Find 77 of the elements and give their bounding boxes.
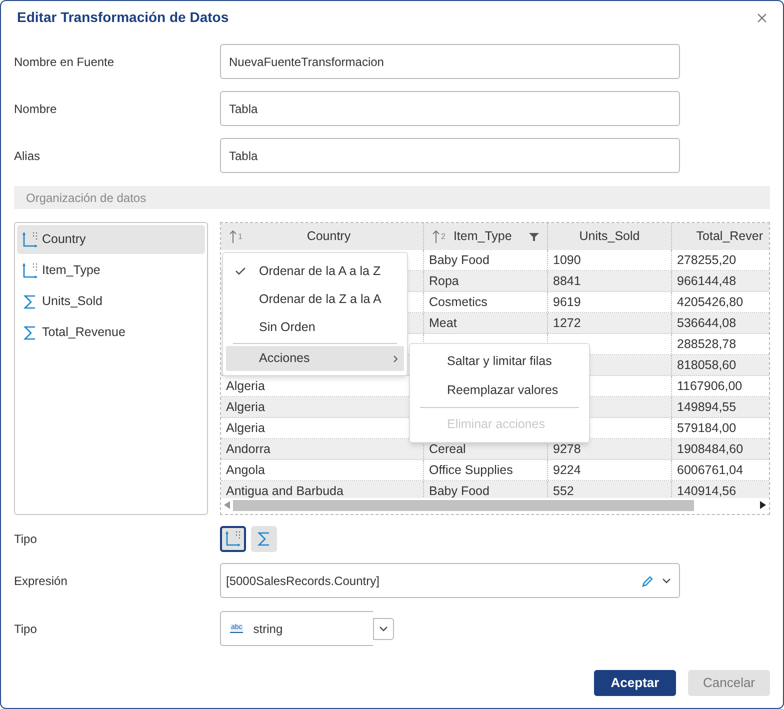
table-cell-text: 9224: [553, 462, 581, 479]
table-cell-text: Baby Food: [429, 252, 490, 269]
field-list-item[interactable]: Units_Sold: [17, 287, 205, 316]
table-cell-text: 6006761,04: [677, 462, 744, 479]
sort-arrow-icon: [229, 230, 237, 243]
table-cell-text: Meat: [429, 314, 457, 332]
table-cell-text: 149894,55: [677, 398, 736, 416]
field-list-item[interactable]: Country: [17, 225, 205, 254]
table-cell-text: 966144,48: [677, 272, 736, 290]
sigma-icon: [22, 324, 38, 340]
field-list-item[interactable]: Total_Revenue: [17, 318, 205, 347]
table-cell-text: Algeria: [226, 378, 265, 395]
dimension-icon: [22, 232, 38, 248]
field-label: Tipo: [14, 531, 38, 548]
table-cell-text: 9278: [553, 440, 581, 458]
close-icon[interactable]: [757, 12, 767, 22]
table-cell-text: 1167906,00: [677, 378, 742, 395]
field-label: Alias: [14, 148, 42, 164]
type-toggle[interactable]: [251, 526, 277, 552]
text-field[interactable]: NuevaFuenteTransformacion: [220, 44, 680, 79]
type-toggle[interactable]: [220, 526, 246, 552]
table-cell-text: Baby Food: [429, 482, 490, 500]
table-cell-text: 552: [553, 482, 574, 500]
dropdown-button[interactable]: [373, 618, 394, 640]
table-cell-text: Office Supplies: [429, 462, 513, 479]
menu-item[interactable]: Saltar y limitar filas: [410, 347, 589, 376]
dimension-icon: [22, 262, 38, 278]
table-cell-text: Algeria: [226, 420, 265, 437]
window-title: Editar Transformación de Datos: [17, 8, 229, 27]
table-cell-text: Angola: [226, 462, 265, 479]
table-cell-text: Algeria: [226, 398, 265, 416]
sigma-icon: [22, 294, 38, 310]
table-cell-text: Andorra: [226, 440, 270, 458]
table-cell-text: 536644,08: [677, 314, 736, 332]
accept-button[interactable]: Aceptar: [594, 670, 676, 696]
table-cell-text: 9619: [553, 294, 581, 311]
menu-item[interactable]: Acciones: [226, 346, 404, 371]
text-field[interactable]: Tabla: [220, 91, 680, 126]
menu-item[interactable]: Ordenar de la A a la Z: [223, 257, 407, 285]
table-cell-text: Antigua and Barbuda: [226, 482, 344, 500]
horizontal-scrollbar[interactable]: [221, 498, 769, 512]
table-cell-text: 4205426,80: [677, 294, 744, 311]
sigma-icon: [256, 531, 272, 547]
field-list-item[interactable]: Item_Type: [17, 256, 205, 285]
table-cell-text: 288528,78: [677, 336, 736, 353]
dimension-icon: [225, 531, 241, 547]
table-cell-text: Cereal: [429, 440, 466, 458]
chevron-down-icon: [379, 626, 388, 632]
scroll-left-icon[interactable]: [224, 501, 230, 509]
filter-icon[interactable]: [529, 232, 539, 242]
table-cell-text: Ropa: [429, 272, 459, 290]
expression-field[interactable]: [5000SalesRecords.Country]: [220, 563, 680, 598]
table-cell-text: 140914,56: [677, 482, 736, 500]
pencil-icon[interactable]: [642, 574, 654, 586]
sort-arrow-icon: [432, 230, 440, 243]
table-cell-text: 1090: [553, 252, 581, 269]
menu-item[interactable]: Ordenar de la Z a la A: [223, 285, 407, 313]
section-header: Organización de datos: [14, 186, 770, 209]
chevron-right-icon: [393, 354, 398, 362]
menu-item[interactable]: Sin Orden: [223, 313, 407, 341]
table-cell-text: 1908484,60: [677, 440, 744, 458]
field-label: Nombre: [14, 100, 58, 118]
table-cell-text: 8841: [553, 272, 581, 290]
field-label: Expresión: [14, 572, 68, 590]
sort-order: 2: [441, 231, 446, 243]
table-cell-text: Cosmetics: [429, 294, 488, 311]
table-cell-text: 1272: [553, 314, 581, 332]
menu-item[interactable]: Reemplazar valores: [410, 376, 589, 405]
field-label: Nombre en Fuente: [14, 54, 116, 70]
sort-order: 1: [238, 231, 242, 243]
table-cell-text: 818058,60: [677, 356, 736, 374]
chevron-down-icon[interactable]: [662, 578, 671, 584]
text-field[interactable]: Tabla: [220, 138, 680, 173]
table-cell-text: 278255,20: [677, 252, 736, 269]
field-label: Tipo: [14, 620, 38, 638]
table-cell-text: 579184,00: [677, 420, 736, 437]
scroll-right-icon[interactable]: [760, 501, 766, 509]
